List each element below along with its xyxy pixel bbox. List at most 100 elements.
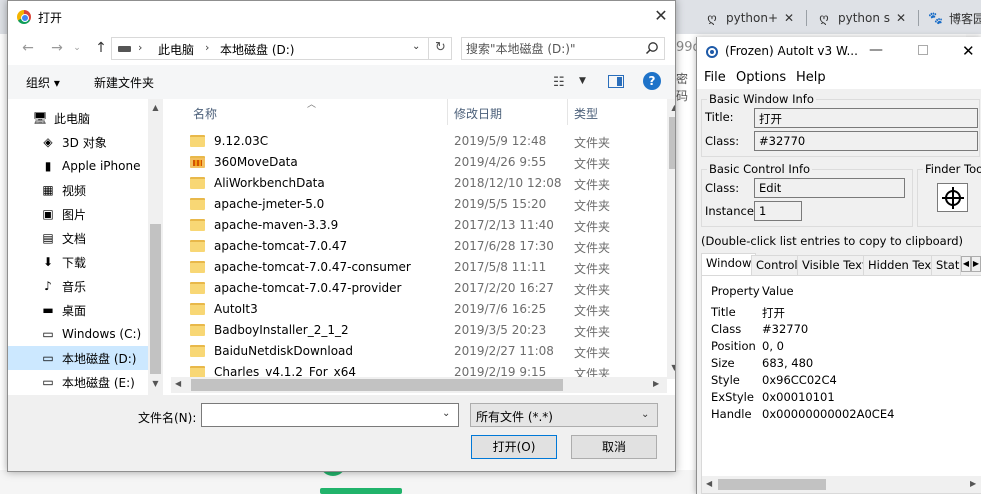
nav-item[interactable]: ▮ Apple iPhone (8, 154, 148, 178)
tab-statusbar[interactable]: Stat (931, 255, 961, 275)
file-row[interactable]: BaiduNetdiskDownload 2019/2/27 11:08 文件夹 (171, 341, 661, 362)
property-key[interactable]: Title (711, 305, 736, 319)
filename-combobox[interactable]: ⌄ (201, 403, 459, 427)
back-arrow-icon[interactable]: ← (19, 39, 37, 57)
file-row[interactable]: AliWorkbenchData 2018/12/10 12:08 文件夹 (171, 173, 661, 194)
browser-tab[interactable]: 🐾 博客园 (920, 4, 981, 32)
file-type-filter[interactable]: 所有文件 (*.*) ⌄ (470, 403, 658, 427)
property-key[interactable]: ExStyle (711, 390, 754, 404)
column-divider[interactable] (567, 99, 568, 125)
nav-item[interactable]: ▦ 视频 (8, 178, 148, 202)
nav-item[interactable]: ▤ 文档 (8, 226, 148, 250)
file-row[interactable]: apache-tomcat-7.0.47 2017/6/28 17:30 文件夹 (171, 236, 661, 257)
scroll-up-icon[interactable]: ▲ (150, 103, 161, 112)
column-divider[interactable] (447, 99, 448, 125)
browser-tab[interactable]: ღ python s ✕ (808, 4, 916, 32)
search-input[interactable] (466, 39, 641, 58)
property-value[interactable]: 打开 (762, 305, 785, 321)
tab-close-icon[interactable]: ✕ (784, 11, 794, 25)
search-box[interactable] (461, 37, 665, 60)
tab-scroll-right-icon[interactable]: ▶ (971, 256, 981, 272)
scroll-thumb[interactable] (669, 117, 675, 169)
scroll-up-icon[interactable]: ▲ (669, 103, 675, 112)
file-row[interactable]: apache-jmeter-5.0 2019/5/5 15:20 文件夹 (171, 194, 661, 215)
tab-visible-text[interactable]: Visible Text (797, 255, 872, 275)
open-button[interactable]: 打开(O) (471, 435, 557, 459)
nav-item[interactable]: ▣ 图片 (8, 202, 148, 226)
cancel-button[interactable]: 取消 (571, 435, 657, 459)
column-header-date[interactable]: 修改日期 (454, 105, 502, 122)
organize-button[interactable]: 组织 ▾ (26, 74, 60, 91)
nav-item[interactable]: ⬇ 下载 (8, 250, 148, 274)
search-icon[interactable] (645, 41, 659, 55)
tab-scroll-left-icon[interactable]: ◀ (961, 256, 971, 272)
close-icon[interactable]: ✕ (651, 6, 671, 26)
property-value[interactable]: 0x00000000002A0CE4 (762, 407, 894, 421)
list-header-value[interactable]: Value (762, 284, 794, 298)
property-key[interactable]: Class (711, 322, 741, 336)
help-icon[interactable]: ? (643, 72, 661, 90)
tab-control[interactable]: Control (751, 255, 803, 275)
property-key[interactable]: Style (711, 373, 740, 387)
property-key[interactable]: Position (711, 339, 756, 353)
nav-item[interactable]: ♪ 音乐 (8, 274, 148, 298)
chevron-down-icon[interactable]: ⌄ (442, 408, 450, 419)
forward-arrow-icon[interactable]: → (48, 39, 66, 57)
column-header-type[interactable]: 类型 (574, 105, 598, 122)
file-row[interactable]: apache-tomcat-7.0.47-consumer 2017/5/8 11… (171, 257, 661, 278)
property-value[interactable]: 0x00010101 (762, 390, 835, 404)
scroll-right-icon[interactable]: ▶ (970, 479, 976, 488)
chevron-down-icon[interactable]: ▼ (579, 76, 586, 86)
nav-item[interactable]: ▭ 本地磁盘 (D:) (8, 346, 148, 370)
menu-options[interactable]: Options (736, 70, 786, 85)
new-folder-button[interactable]: 新建文件夹 (94, 74, 154, 91)
scroll-left-icon[interactable]: ◀ (175, 379, 181, 388)
scroll-left-icon[interactable]: ◀ (706, 479, 712, 488)
chevron-down-icon[interactable]: ⌄ (412, 41, 420, 52)
page-green-button[interactable] (320, 488, 402, 494)
file-row[interactable]: apache-maven-3.3.9 2017/2/13 11:40 文件夹 (171, 215, 661, 236)
close-icon[interactable]: ✕ (962, 42, 975, 60)
dialog-title-bar[interactable]: 打开 ✕ (8, 1, 675, 33)
file-row[interactable]: apache-tomcat-7.0.47-provider 2017/2/20 1… (171, 278, 661, 299)
view-options-icon[interactable]: ☷ (553, 75, 565, 90)
scroll-thumb[interactable] (150, 224, 161, 374)
property-key[interactable]: Handle (711, 407, 752, 421)
file-row[interactable]: 360MoveData 2019/4/26 9:55 文件夹 (171, 152, 661, 173)
file-row[interactable]: 9.12.03C 2019/5/9 12:48 文件夹 (171, 131, 661, 152)
property-value[interactable]: 0x96CC02C4 (762, 373, 837, 387)
property-value[interactable]: 0, 0 (762, 339, 784, 353)
nav-item[interactable]: ▭ 本地磁盘 (E:) (8, 370, 148, 394)
scroll-right-icon[interactable]: ▶ (653, 379, 659, 388)
tab-close-icon[interactable]: ✕ (896, 11, 906, 25)
chevron-right-icon[interactable]: › (138, 41, 142, 54)
breadcrumb-this-pc[interactable]: 此电脑 (158, 41, 194, 58)
nav-item[interactable]: ▭ Windows (C:) (8, 322, 148, 346)
menu-help[interactable]: Help (796, 70, 826, 85)
browser-tab[interactable]: ღ python+ ✕ (696, 4, 804, 32)
breadcrumb-drive-d[interactable]: 本地磁盘 (D:) (220, 41, 294, 58)
recent-dropdown-icon[interactable]: ⌄ (68, 39, 86, 57)
finder-tool[interactable] (937, 183, 968, 212)
tab-hidden-text[interactable]: Hidden Text (863, 255, 941, 275)
nav-item[interactable]: ◈ 3D 对象 (8, 130, 148, 154)
scroll-thumb[interactable] (191, 379, 563, 391)
file-list-vertical-scrollbar[interactable]: ▲ ▼ (667, 99, 675, 379)
tab-window[interactable]: Window (701, 253, 757, 275)
up-arrow-icon[interactable]: ↑ (92, 39, 110, 57)
maximize-icon[interactable] (918, 45, 928, 55)
list-header-property[interactable]: Property (711, 284, 760, 298)
chevron-right-icon[interactable]: › (205, 41, 209, 54)
file-row[interactable]: AutoIt3 2019/7/6 16:25 文件夹 (171, 299, 661, 320)
file-list-horizontal-scrollbar[interactable]: ◀ ▶ (171, 377, 667, 393)
nav-item[interactable]: 🖥 此电脑 (8, 106, 148, 130)
scroll-down-icon[interactable]: ▼ (150, 379, 161, 388)
menu-file[interactable]: File (704, 70, 726, 85)
property-key[interactable]: Size (711, 356, 735, 370)
preview-pane-icon[interactable] (608, 75, 624, 88)
address-bar[interactable]: › 此电脑 › 本地磁盘 (D:) ⌄ (111, 37, 452, 60)
nav-scrollbar[interactable]: ▲ ▼ (148, 99, 163, 395)
scroll-thumb[interactable] (718, 479, 826, 490)
minimize-icon[interactable]: — (869, 42, 883, 58)
filename-input[interactable] (205, 406, 435, 424)
